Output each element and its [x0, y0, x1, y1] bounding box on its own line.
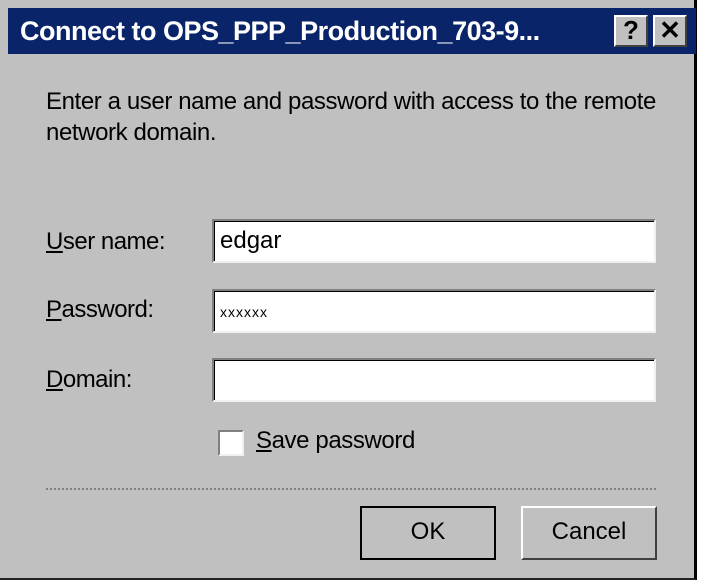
close-button[interactable]: ✕: [653, 15, 687, 47]
save-password-checkbox[interactable]: [218, 430, 244, 456]
password-field[interactable]: [212, 289, 656, 333]
ok-button[interactable]: OK: [360, 506, 496, 560]
username-label-text: ser name:: [62, 228, 166, 255]
connect-dialog: Connect to OPS_PPP_Production_703-9... ?…: [0, 0, 697, 580]
cancel-button-label: Cancel: [551, 518, 627, 545]
help-button[interactable]: ?: [614, 15, 648, 47]
domain-field[interactable]: [212, 358, 656, 402]
save-password-access-key: S: [256, 427, 272, 454]
title-bar[interactable]: Connect to OPS_PPP_Production_703-9... ?…: [8, 8, 696, 54]
domain-label-access-key: D: [46, 366, 63, 393]
password-label-text: assword:: [61, 296, 155, 323]
username-field[interactable]: [212, 219, 656, 263]
save-password-label[interactable]: Save password: [256, 427, 415, 455]
close-icon: ✕: [659, 15, 681, 45]
cancel-button[interactable]: Cancel: [521, 506, 657, 560]
password-label-access-key: P: [46, 296, 62, 323]
domain-label-text: omain:: [62, 366, 133, 393]
window-title: Connect to OPS_PPP_Production_703-9...: [20, 16, 540, 46]
username-label-access-key: U: [46, 228, 63, 255]
separator: [46, 488, 656, 490]
ok-button-label: OK: [410, 518, 446, 545]
domain-label: Domain:: [46, 366, 132, 394]
username-label: User name:: [46, 228, 166, 256]
save-password-text: ave password: [271, 427, 416, 454]
password-label: Password:: [46, 296, 154, 324]
prompt-text: Enter a user name and password with acce…: [46, 88, 656, 146]
